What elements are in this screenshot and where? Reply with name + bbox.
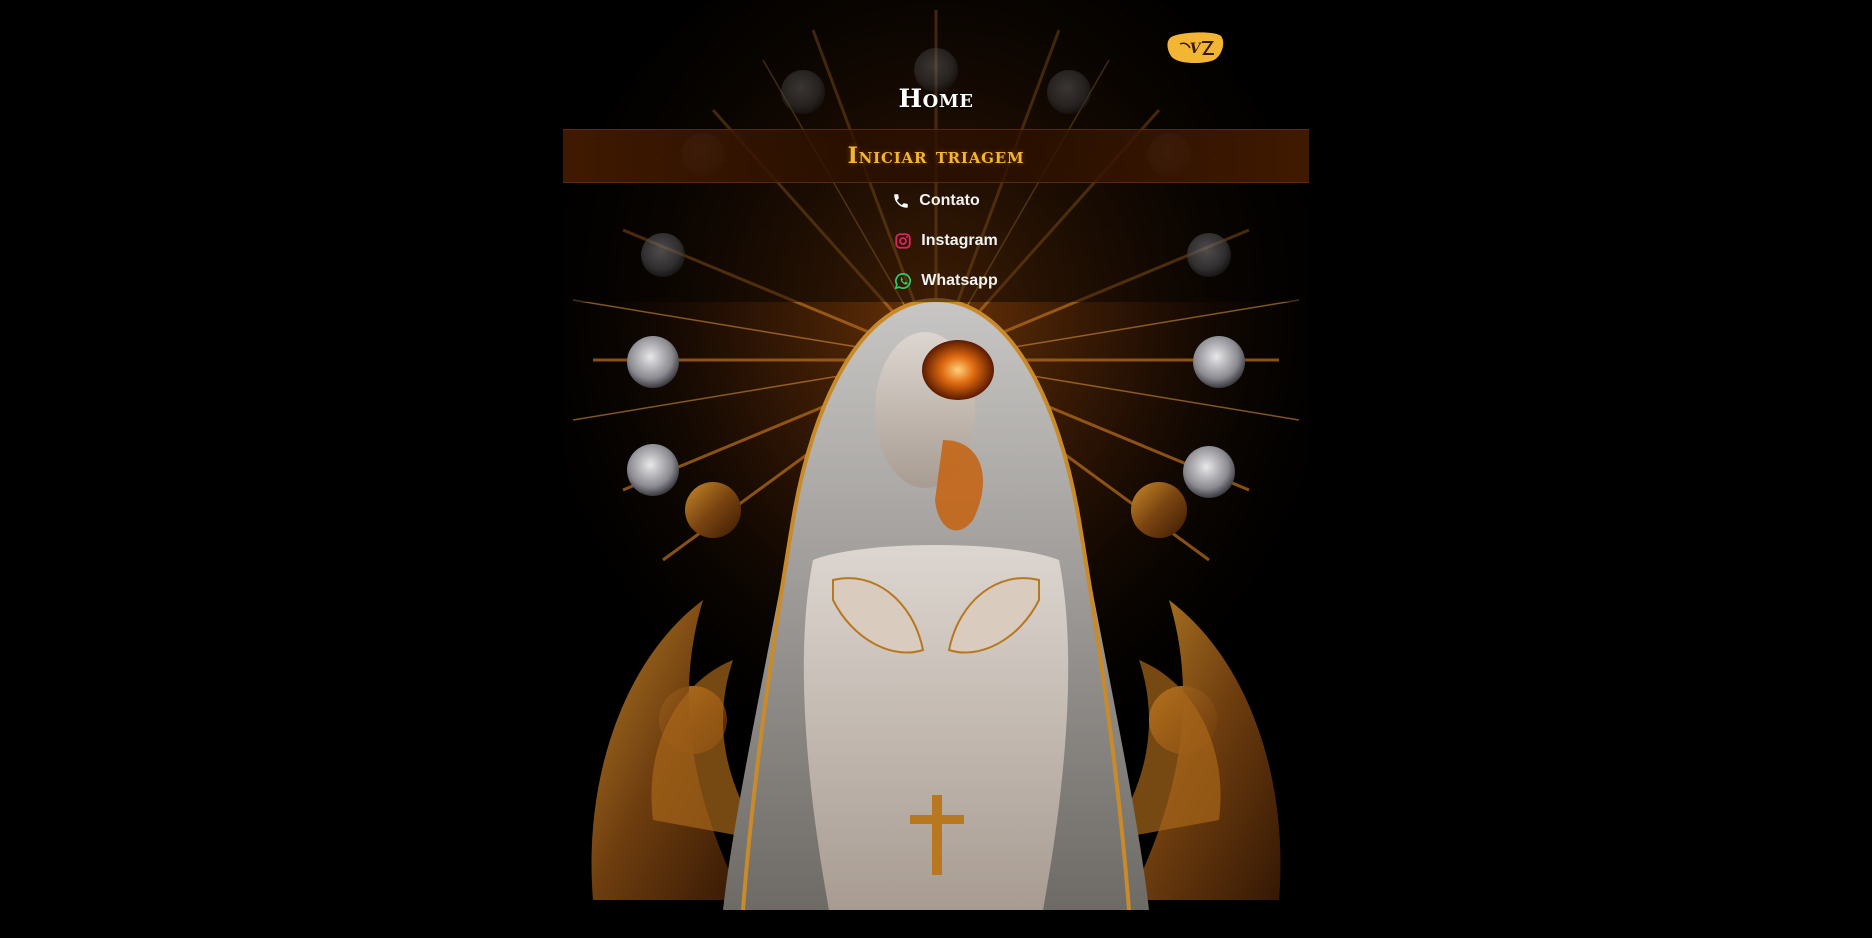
instagram-label: Instagram: [921, 232, 998, 249]
instagram-icon: [894, 232, 912, 250]
whatsapp-label: Whatsapp: [921, 272, 998, 289]
whatsapp-link[interactable]: Whatsapp: [573, 261, 1319, 301]
start-triage-label: Iniciar triagem: [847, 143, 1025, 169]
contact-label: Contato: [919, 192, 980, 209]
instagram-link[interactable]: Instagram: [573, 226, 1319, 256]
contact-link[interactable]: Contato: [563, 186, 1309, 216]
phone-icon: [892, 192, 910, 210]
main-menu: Home Iniciar triagem Contato Instagram W…: [563, 0, 1309, 302]
whatsapp-icon: [894, 272, 912, 290]
start-triage-button[interactable]: Iniciar triagem: [563, 129, 1309, 183]
home-link[interactable]: Home: [563, 84, 1309, 113]
